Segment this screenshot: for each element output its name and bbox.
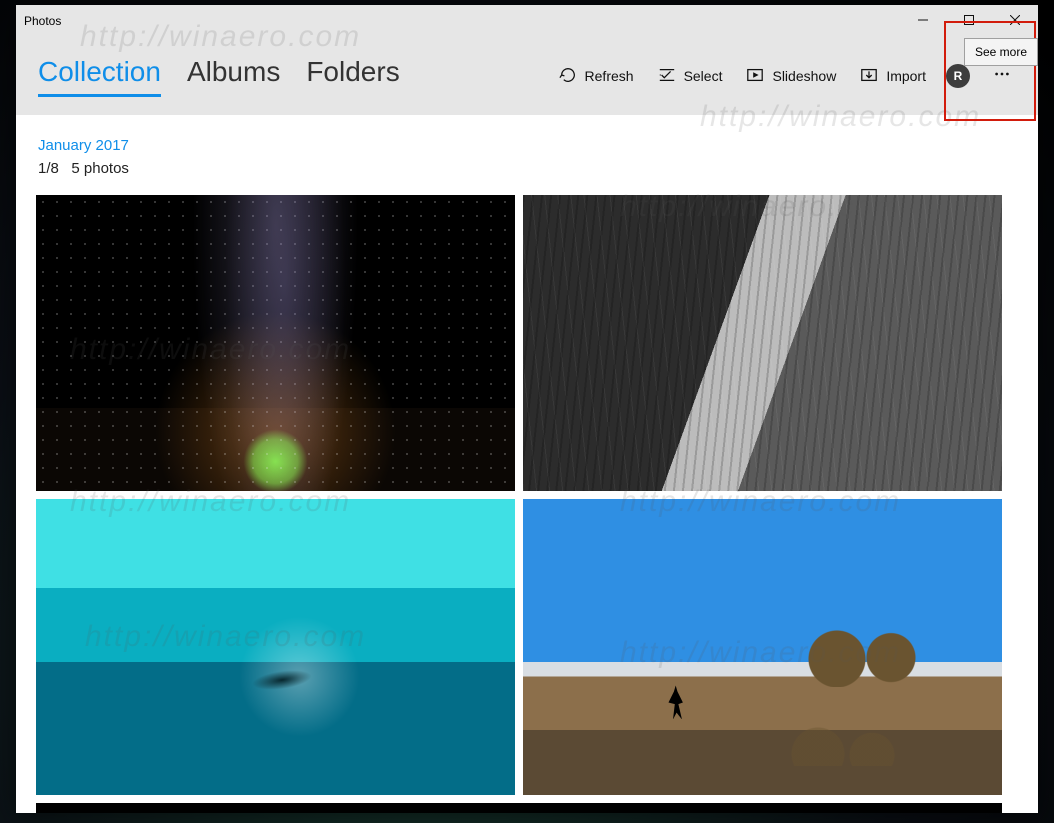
refresh-button[interactable]: Refresh [549,56,644,96]
select-button[interactable]: Select [648,56,733,96]
minimize-button[interactable] [900,5,946,37]
tab-collection-label: Collection [38,56,161,88]
collection-content[interactable]: January 2017 1/8 5 photos [16,115,1038,813]
refresh-label: Refresh [585,68,634,84]
select-icon [658,66,676,87]
command-buttons: Refresh Select Slideshow Import R [549,56,1022,96]
slideshow-icon [746,66,764,87]
close-icon [1010,14,1020,28]
import-icon [860,66,878,87]
photo-thumbnail[interactable] [523,499,1002,795]
command-bar: Collection Albums Folders Refresh Select [16,37,1038,115]
slideshow-button[interactable]: Slideshow [736,56,846,96]
tab-albums-label: Albums [187,56,280,88]
pivot-tabs: Collection Albums Folders [38,37,400,115]
minimize-icon [918,14,928,28]
select-label: Select [684,68,723,84]
tab-folders-label: Folders [306,56,399,88]
app-title: Photos [24,14,61,28]
photo-thumbnail[interactable] [36,499,515,795]
see-more-tooltip: See more [964,38,1038,66]
import-label: Import [886,68,926,84]
photo-thumbnail[interactable] [523,195,1002,491]
avatar-initial: R [954,69,963,83]
ellipsis-icon [993,65,1011,88]
photo-thumbnail-partial[interactable] [36,803,1002,813]
month-subinfo: 1/8 5 photos [36,160,1038,177]
photos-app-window: Photos Collection Albums Folders [16,5,1038,813]
slideshow-label: Slideshow [772,68,836,84]
photo-grid [36,195,1038,813]
tab-folders[interactable]: Folders [306,37,399,115]
maximize-button[interactable] [946,5,992,37]
day-fraction: 1/8 [38,160,59,177]
maximize-icon [964,14,974,28]
close-button[interactable] [992,5,1038,37]
tab-albums[interactable]: Albums [187,37,280,115]
import-button[interactable]: Import [850,56,936,96]
titlebar: Photos [16,5,1038,37]
photo-thumbnail[interactable] [36,195,515,491]
user-avatar[interactable]: R [946,64,970,88]
month-header[interactable]: January 2017 [36,137,1038,154]
refresh-icon [559,66,577,87]
tab-collection[interactable]: Collection [38,37,161,115]
photo-count: 5 photos [71,160,129,177]
